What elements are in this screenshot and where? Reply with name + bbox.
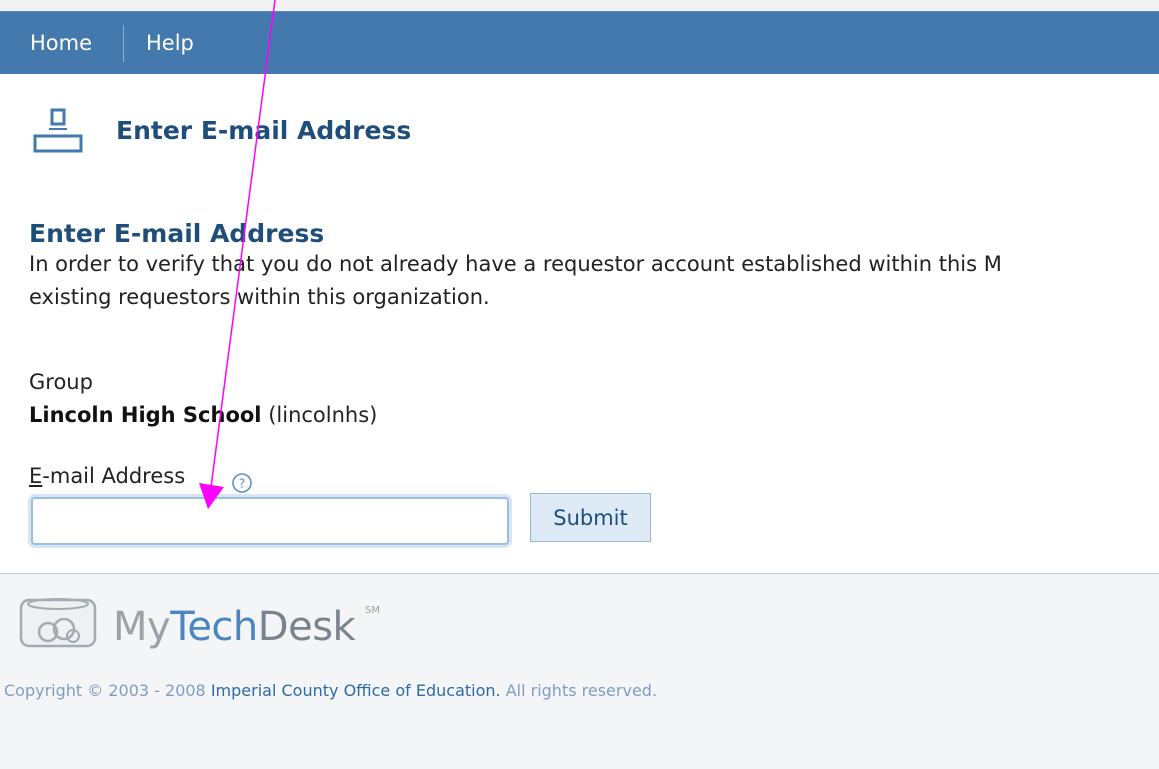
nav-separator <box>123 25 124 62</box>
brand-name-tech: Tech <box>170 604 258 650</box>
email-label-accesskey: E <box>29 464 43 488</box>
email-field-label: E-mail Address <box>29 464 185 488</box>
brand-name-my: My <box>113 604 171 650</box>
page-title: Enter E-mail Address <box>116 116 412 145</box>
intro-text-line-2: existing requestors within this organiza… <box>29 285 490 309</box>
submit-button[interactable]: Submit <box>530 493 651 542</box>
group-name: Lincoln High School <box>29 403 262 427</box>
intro-text-line-1: In order to verify that you do not alrea… <box>29 252 1002 276</box>
nav-help-link[interactable]: Help <box>146 12 194 75</box>
browser-top-strip <box>0 0 1159 11</box>
organization-link[interactable]: Imperial County Office of Education. <box>211 681 501 700</box>
brand-name: MyTechDesk <box>113 604 356 650</box>
section-heading: Enter E-mail Address <box>29 219 325 248</box>
group-value: Lincoln High School (lincolnhs) <box>29 403 377 427</box>
group-label: Group <box>29 370 93 394</box>
copyright-suffix: All rights reserved. <box>505 681 658 700</box>
svg-text:?: ? <box>239 477 245 491</box>
email-input[interactable] <box>31 497 509 545</box>
copyright-text: Copyright © 2003 - 2008 Imperial County … <box>4 681 657 700</box>
top-navigation-bar: Home Help <box>0 11 1159 74</box>
brand-name-desk: Desk <box>257 604 356 650</box>
nav-home-link[interactable]: Home <box>30 12 92 75</box>
computer-terminal-icon <box>33 108 83 153</box>
email-label-text: -mail Address <box>42 464 186 488</box>
mytechdesk-logo-icon <box>19 598 97 648</box>
group-code: (lincolnhs) <box>268 403 378 427</box>
question-mark-icon[interactable]: ? <box>231 472 253 494</box>
service-mark: SM <box>365 605 380 616</box>
copyright-prefix: Copyright © 2003 - 2008 <box>4 681 206 700</box>
footer <box>0 573 1159 769</box>
